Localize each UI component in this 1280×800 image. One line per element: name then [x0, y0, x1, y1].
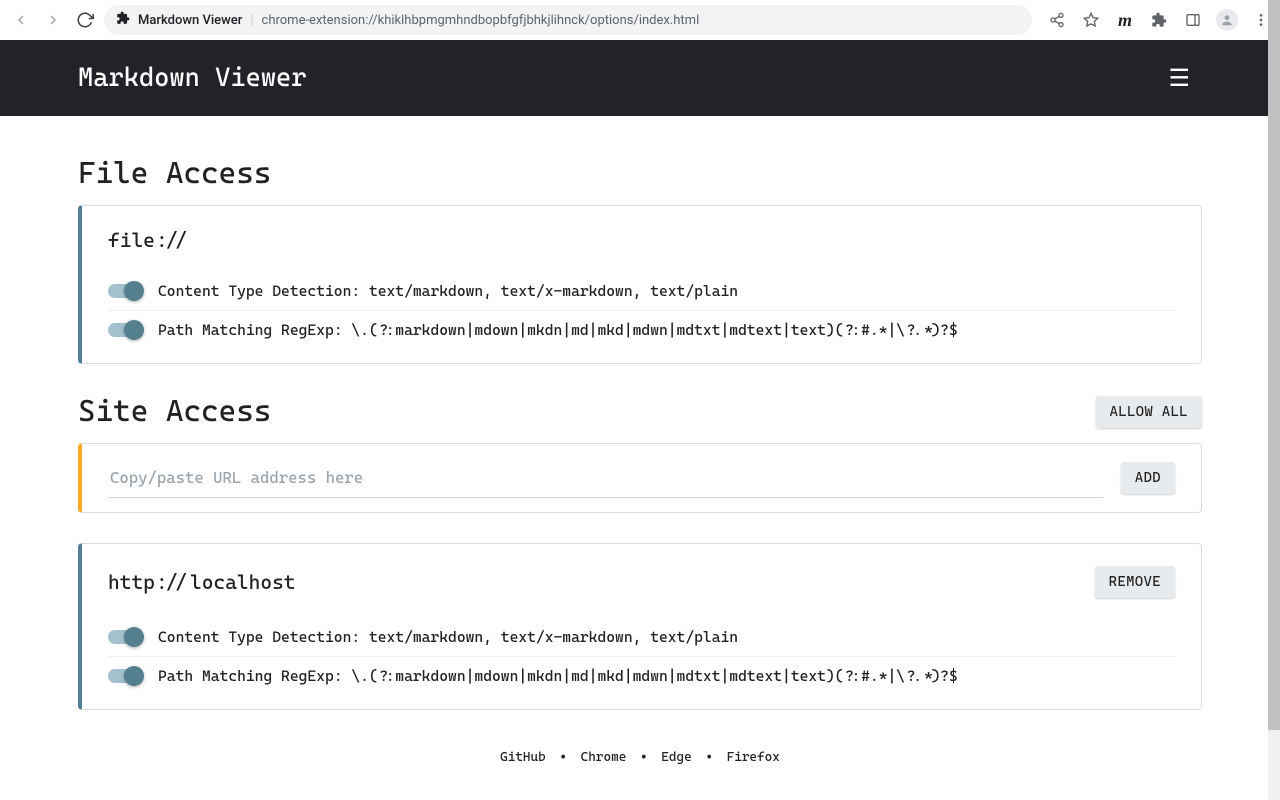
allow-all-button[interactable]: ALLOW ALL: [1096, 396, 1202, 428]
footer-link-github[interactable]: GitHub: [500, 750, 546, 765]
extensions-icon[interactable]: [1148, 9, 1170, 31]
origin-path-match-label: Path Matching RegExp: \.(?:markdown|mdow…: [158, 667, 958, 685]
dot-icon: •: [553, 750, 573, 765]
vertical-scrollbar[interactable]: [1268, 0, 1280, 800]
file-path-match-toggle[interactable]: [108, 323, 142, 337]
file-scheme-title: file://: [108, 228, 1175, 252]
back-button[interactable]: [8, 7, 34, 33]
file-access-heading: File Access: [78, 156, 271, 191]
origin-content-type-row: Content Type Detection: text/markdown, t…: [108, 618, 1175, 657]
share-icon[interactable]: [1046, 9, 1068, 31]
markdown-viewer-ext-icon[interactable]: m: [1114, 9, 1136, 31]
app-title: Markdown Viewer: [78, 63, 307, 93]
browser-right-icons: m: [1038, 9, 1272, 31]
app-header: Markdown Viewer ☰: [0, 40, 1280, 116]
origin-path-match-row: Path Matching RegExp: \.(?:markdown|mdow…: [108, 657, 1175, 695]
remove-origin-button[interactable]: REMOVE: [1095, 566, 1175, 598]
main-content: File Access file:// Content Type Detecti…: [0, 116, 1280, 765]
site-access-header: Site Access ALLOW ALL: [78, 394, 1202, 429]
omnibox-url: chrome-extension://khiklhbpmgmhndbopbfgf…: [262, 13, 700, 28]
origin-title: http://localhost: [108, 570, 296, 594]
dot-icon: •: [634, 750, 654, 765]
bookmark-star-icon[interactable]: [1080, 9, 1102, 31]
address-bar[interactable]: Markdown Viewer | chrome-extension://khi…: [104, 5, 1032, 35]
file-content-type-toggle[interactable]: [108, 284, 142, 298]
site-access-heading: Site Access: [78, 394, 271, 429]
scrollbar-thumb[interactable]: [1268, 0, 1280, 730]
origin-path-match-toggle[interactable]: [108, 669, 142, 683]
omnibox-separator: |: [250, 13, 253, 28]
footer-link-firefox[interactable]: Firefox: [727, 750, 780, 765]
reload-button[interactable]: [72, 7, 98, 33]
file-content-type-row: Content Type Detection: text/markdown, t…: [108, 272, 1175, 311]
footer-links: GitHub • Chrome • Edge • Firefox: [78, 740, 1202, 765]
file-path-match-row: Path Matching RegExp: \.(?:markdown|mdow…: [108, 311, 1175, 349]
extension-icon: [116, 11, 130, 29]
omnibox-title: Markdown Viewer: [138, 13, 242, 28]
file-access-header: File Access: [78, 156, 1202, 191]
dot-icon: •: [699, 750, 719, 765]
origin-url-input[interactable]: [108, 458, 1103, 498]
file-access-panel: file:// Content Type Detection: text/mar…: [78, 205, 1202, 364]
side-panel-icon[interactable]: [1182, 9, 1204, 31]
file-path-match-label: Path Matching RegExp: \.(?:markdown|mdow…: [158, 321, 958, 339]
file-content-type-label: Content Type Detection: text/markdown, t…: [158, 282, 738, 300]
add-origin-panel: ADD: [78, 443, 1202, 513]
origin-content-type-label: Content Type Detection: text/markdown, t…: [158, 628, 738, 646]
footer-link-edge[interactable]: Edge: [661, 750, 691, 765]
menu-icon[interactable]: ☰: [1168, 64, 1190, 92]
forward-button[interactable]: [40, 7, 66, 33]
origin-panel-localhost: http://localhost REMOVE Content Type Det…: [78, 543, 1202, 710]
browser-chrome-bar: Markdown Viewer | chrome-extension://khi…: [0, 0, 1280, 40]
footer-link-chrome[interactable]: Chrome: [581, 750, 627, 765]
add-origin-button[interactable]: ADD: [1121, 462, 1175, 494]
profile-avatar[interactable]: [1216, 9, 1238, 31]
origin-content-type-toggle[interactable]: [108, 630, 142, 644]
